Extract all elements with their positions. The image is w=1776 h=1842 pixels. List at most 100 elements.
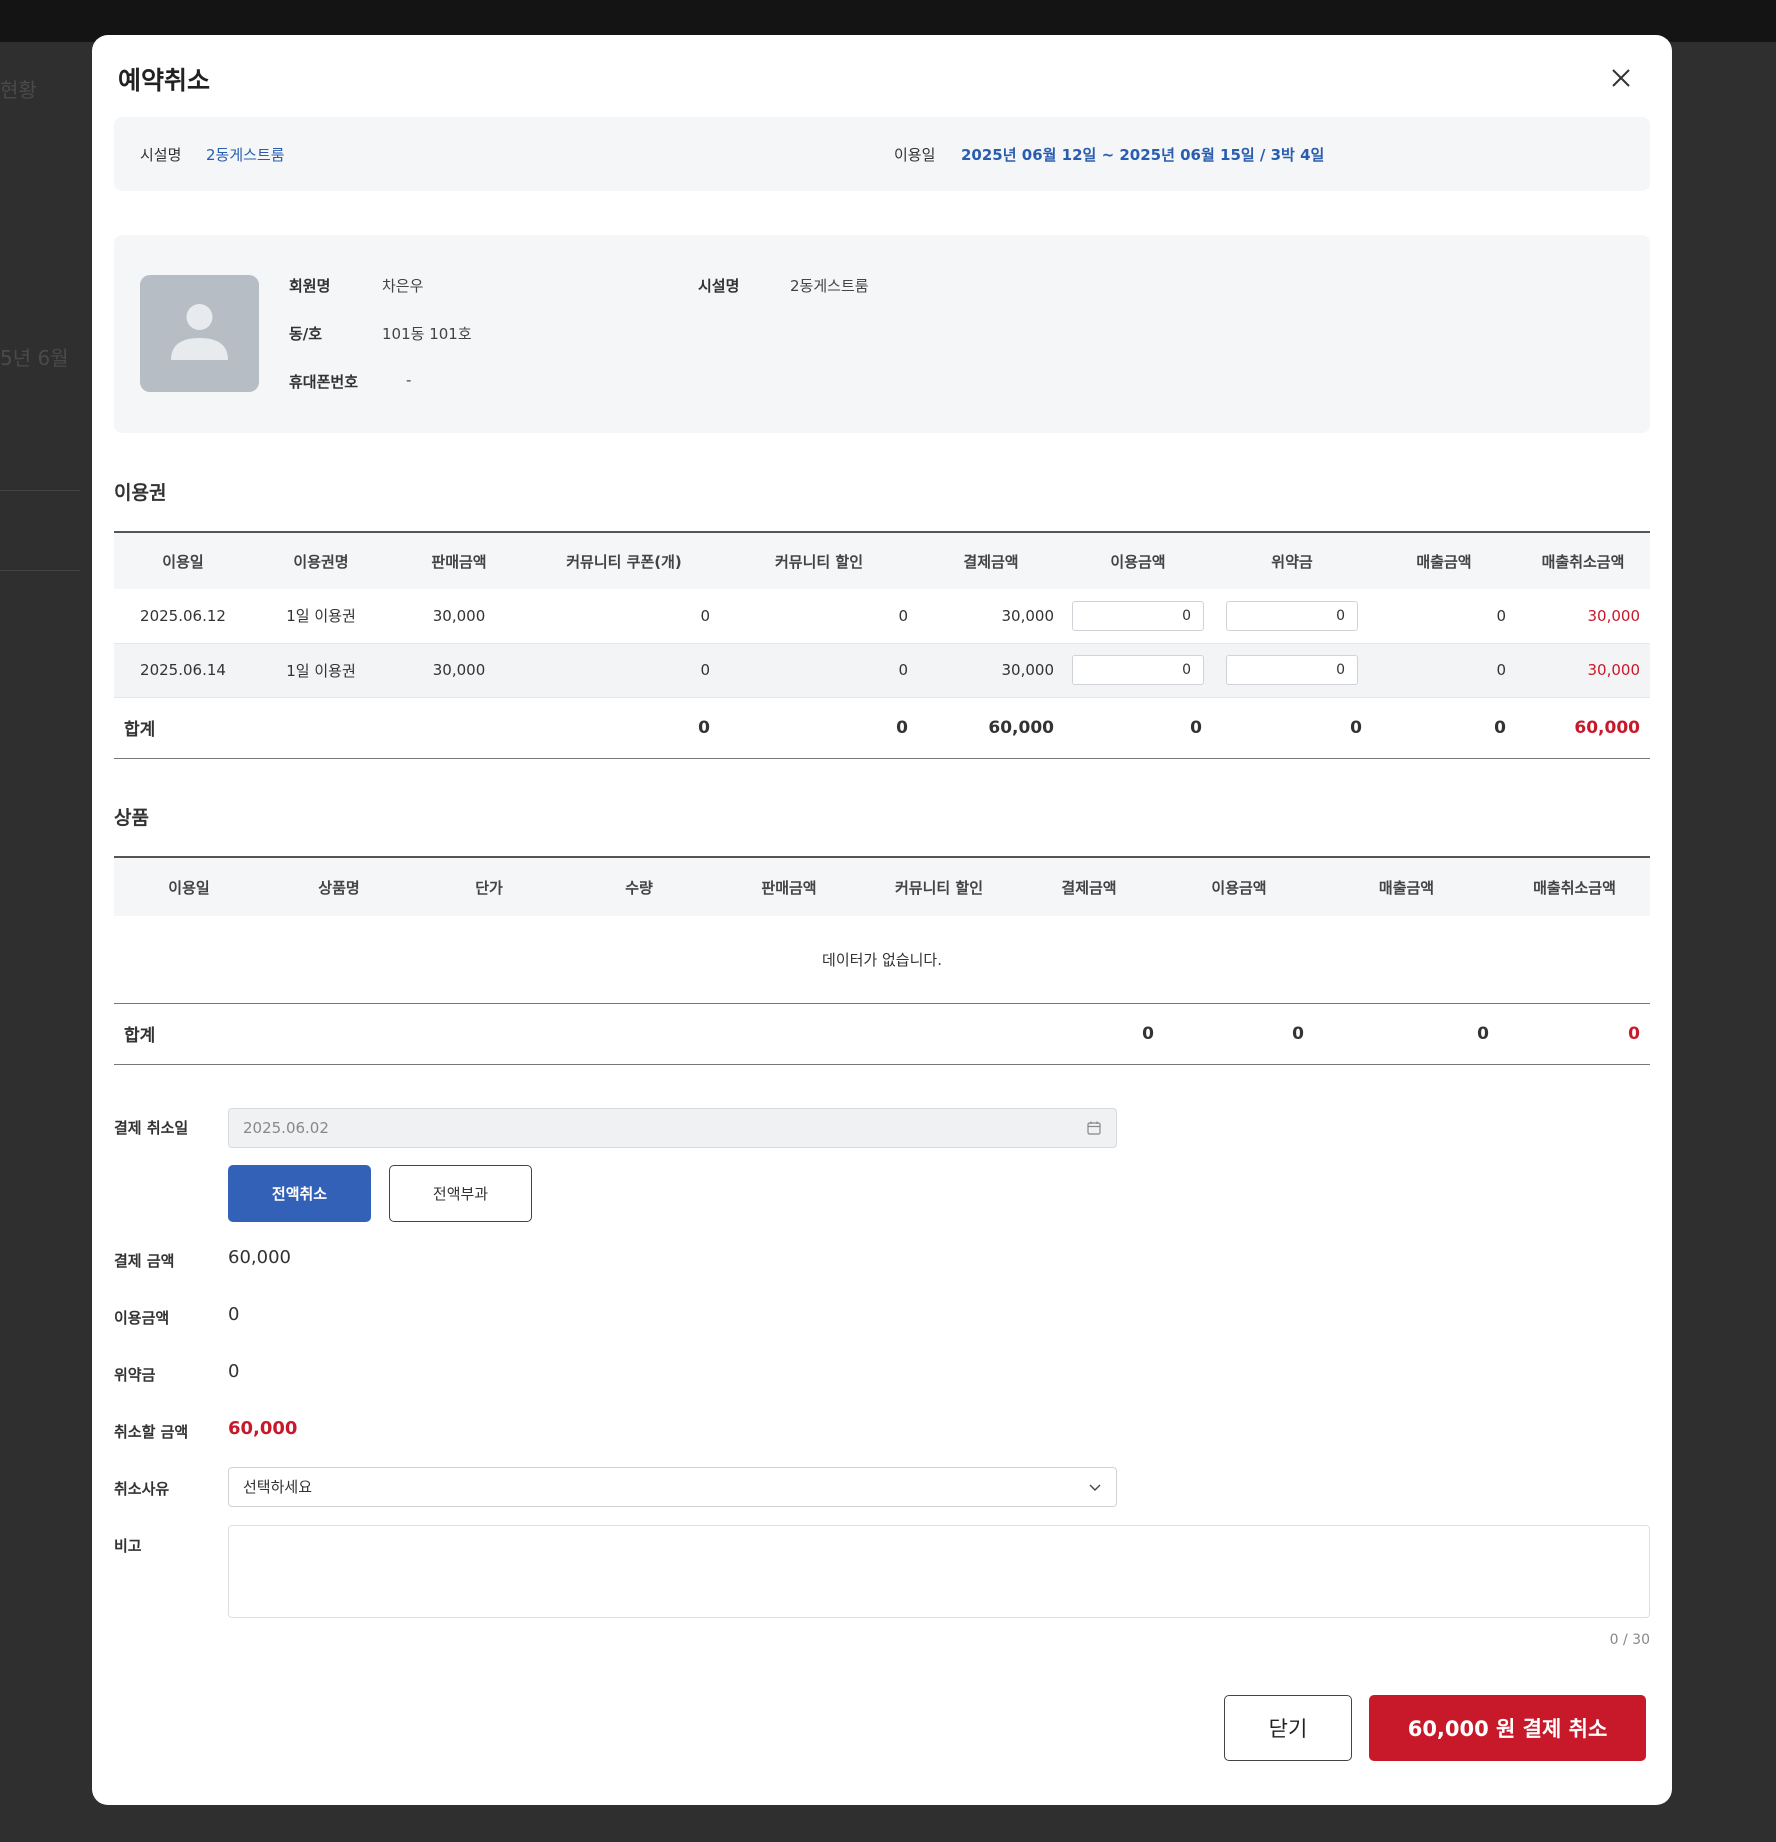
- cell-name: 1일 이용권: [252, 589, 390, 644]
- cell-date: 2025.06.14: [114, 643, 252, 698]
- cell-name: 1일 이용권: [252, 643, 390, 698]
- total-use-amount: 0: [1064, 696, 1212, 759]
- cell-paid: 30,000: [918, 589, 1064, 644]
- close-icon[interactable]: [1606, 63, 1636, 93]
- cancel-reason-value: 선택하세요: [243, 1478, 313, 1496]
- facility-value: 2동게스트룸: [206, 146, 285, 164]
- column-header: 판매금액: [390, 531, 528, 589]
- use-amount-input[interactable]: 0: [1072, 655, 1204, 685]
- facility-label: 시설명: [140, 146, 182, 164]
- total-use-amount: 0: [1164, 1002, 1314, 1065]
- member-name-value: 차은우: [382, 277, 424, 295]
- calendar-icon: [1087, 1121, 1101, 1135]
- pay-amount-label: 결제 금액: [114, 1252, 175, 1270]
- pay-amount-value: 60,000: [228, 1247, 291, 1268]
- products-header-row: 이용일 상품명 단가 수량 판매금액 커뮤니티 할인 결제금액 이용금액 매출금…: [114, 856, 1650, 916]
- column-header: 이용일: [114, 856, 264, 916]
- column-header: 위약금: [1212, 531, 1372, 589]
- total-cancel-amount: 60,000: [1516, 696, 1650, 759]
- column-header: 매출금액: [1372, 531, 1516, 589]
- member-facility-value: 2동게스트룸: [790, 277, 869, 295]
- cancel-reason-select[interactable]: 선택하세요: [228, 1467, 1117, 1507]
- cell-paid: 30,000: [918, 643, 1064, 698]
- penalty-input[interactable]: 0: [1226, 600, 1358, 631]
- use-date-value: 2025년 06월 12일 ~ 2025년 06월 15일 / 3박 4일: [961, 146, 1325, 164]
- chevron-down-icon: [1089, 1484, 1101, 1491]
- total-revenue: 0: [1372, 696, 1516, 759]
- cell-coupon: 0: [528, 643, 720, 698]
- column-header: 커뮤니티 할인: [720, 531, 918, 589]
- cell-sale: 30,000: [390, 643, 528, 698]
- full-charge-button[interactable]: 전액부과: [389, 1165, 532, 1222]
- total-paid: 60,000: [918, 696, 1064, 759]
- cell-date: 2025.06.12: [114, 589, 252, 644]
- background-divider: [0, 490, 80, 491]
- column-header: 매출취소금액: [1516, 531, 1650, 589]
- total-revenue: 0: [1314, 1002, 1499, 1065]
- empty-message: 데이터가 없습니다.: [114, 916, 1650, 1004]
- penalty-value: 0: [228, 1361, 240, 1382]
- cancel-date-label: 결제 취소일: [114, 1119, 189, 1137]
- table-row: 2025.06.12 1일 이용권 30,000 0 0 30,000 0 0 …: [114, 589, 1650, 644]
- cell-cancel-amount: 30,000: [1516, 589, 1650, 644]
- close-button[interactable]: 닫기: [1224, 1695, 1352, 1761]
- column-header: 이용금액: [1164, 856, 1314, 916]
- cancel-date-field[interactable]: 2025.06.02: [228, 1108, 1117, 1148]
- column-header: 결제금액: [918, 531, 1064, 589]
- total-penalty: 0: [1212, 696, 1372, 759]
- tickets-table: 이용일 이용권명 판매금액 커뮤니티 쿠폰(개) 커뮤니티 할인 결제금액 이용…: [114, 531, 1650, 759]
- total-paid: 0: [1014, 1002, 1164, 1065]
- column-header: 커뮤니티 할인: [864, 856, 1014, 916]
- use-date-label: 이용일: [894, 146, 936, 164]
- total-label: 합계: [114, 696, 252, 759]
- cell-revenue: 0: [1372, 589, 1516, 644]
- cell-revenue: 0: [1372, 643, 1516, 698]
- column-header: 수량: [564, 856, 714, 916]
- total-cancel-amount: 0: [1499, 1002, 1650, 1065]
- column-header: 이용금액: [1064, 531, 1212, 589]
- note-textarea[interactable]: [228, 1525, 1650, 1618]
- member-unit-value: 101동 101호: [382, 325, 472, 343]
- reservation-info-box: 시설명 2동게스트룸 이용일 2025년 06월 12일 ~ 2025년 06월…: [114, 117, 1650, 191]
- column-header: 단가: [414, 856, 564, 916]
- table-row: 2025.06.14 1일 이용권 30,000 0 0 30,000 0 0 …: [114, 643, 1650, 698]
- member-phone-value: -: [406, 371, 412, 389]
- payment-cancel-button[interactable]: 60,000 원 결제 취소: [1369, 1695, 1646, 1761]
- products-total-row: 합계 0 0 0 0: [114, 1002, 1650, 1065]
- products-section-title: 상품: [114, 807, 149, 829]
- note-char-counter: 0 / 30: [1609, 1632, 1650, 1648]
- note-label: 비고: [114, 1537, 142, 1555]
- member-facility-label: 시설명: [698, 277, 740, 295]
- use-amount-label: 이용금액: [114, 1309, 170, 1327]
- penalty-label: 위약금: [114, 1366, 156, 1384]
- column-header: 이용권명: [252, 531, 390, 589]
- user-icon: [171, 304, 228, 360]
- column-header: 상품명: [264, 856, 414, 916]
- penalty-input[interactable]: 0: [1226, 655, 1358, 685]
- column-header: 판매금액: [714, 856, 864, 916]
- total-coupon: 0: [528, 696, 720, 759]
- total-discount: 0: [720, 696, 918, 759]
- tickets-header-row: 이용일 이용권명 판매금액 커뮤니티 쿠폰(개) 커뮤니티 할인 결제금액 이용…: [114, 531, 1650, 589]
- tickets-total-row: 합계 0 0 60,000 0 0 0 60,000: [114, 696, 1650, 759]
- member-name-label: 회원명: [289, 277, 331, 295]
- cancel-amount-label: 취소할 금액: [114, 1423, 189, 1441]
- column-header: 결제금액: [1014, 856, 1164, 916]
- member-phone-label: 휴대폰번호: [289, 373, 359, 391]
- member-info-box: 회원명 차은우 동/호 101동 101호 휴대폰번호 - 시설명 2동게스트룸: [114, 235, 1650, 433]
- empty-row: 데이터가 없습니다.: [114, 916, 1650, 1004]
- use-amount-value: 0: [228, 1304, 240, 1325]
- column-header: 이용일: [114, 531, 252, 589]
- background-month: 5년 6월: [0, 346, 69, 370]
- cell-cancel-amount: 30,000: [1516, 643, 1650, 698]
- cancel-date-value: 2025.06.02: [243, 1119, 329, 1137]
- cancel-reservation-modal: 예약취소 시설명 2동게스트룸 이용일 2025년 06월 12일 ~ 2025…: [92, 35, 1672, 1805]
- full-cancel-button[interactable]: 전액취소: [228, 1165, 371, 1222]
- use-amount-input[interactable]: 0: [1072, 600, 1204, 631]
- background-divider: [0, 570, 80, 571]
- products-table: 이용일 상품명 단가 수량 판매금액 커뮤니티 할인 결제금액 이용금액 매출금…: [114, 856, 1650, 1065]
- cell-discount: 0: [720, 589, 918, 644]
- background-heading: 현황: [0, 78, 37, 102]
- column-header: 커뮤니티 쿠폰(개): [528, 531, 720, 589]
- cell-coupon: 0: [528, 589, 720, 644]
